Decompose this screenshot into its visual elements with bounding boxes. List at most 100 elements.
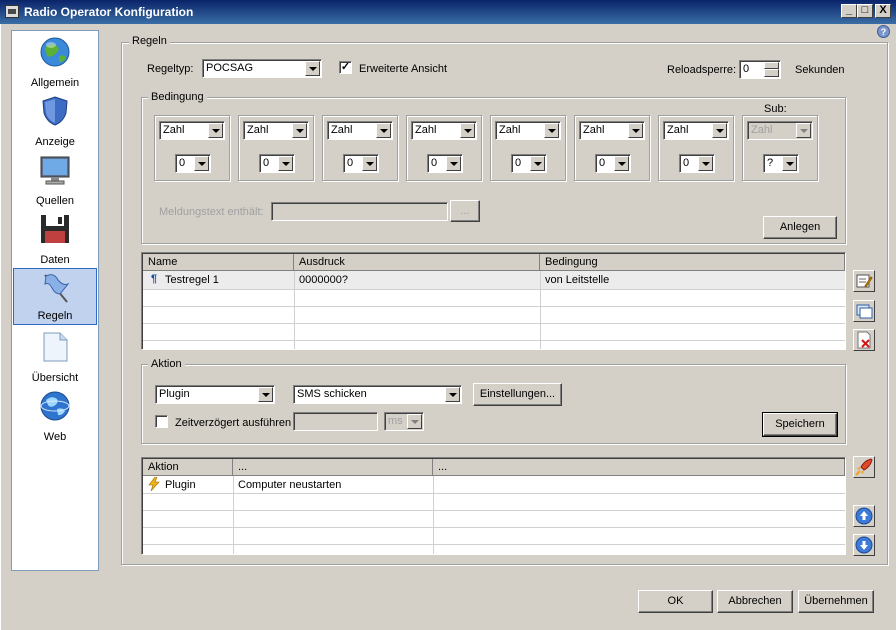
test-action-button[interactable] <box>853 456 875 478</box>
condition-type-select[interactable]: Zahl <box>579 121 645 140</box>
sidebar-item-label: Daten <box>40 254 70 266</box>
chevron-down-icon <box>628 123 643 138</box>
chevron-down-icon <box>305 61 320 76</box>
condition-value-select[interactable]: 0 <box>259 154 295 173</box>
actions-table[interactable]: Aktion ... ... Plugin Computer neustarte… <box>141 457 846 555</box>
condition-value-select[interactable]: 0 <box>175 154 211 173</box>
apply-button[interactable]: Übernehmen <box>798 590 874 613</box>
sidebar-item-label: Quellen <box>36 195 74 207</box>
bedingung-group-label: Bedingung <box>148 91 207 103</box>
chevron-down-icon <box>796 123 811 138</box>
title-bar: Radio Operator Konfiguration _ □ X <box>0 0 896 24</box>
meldungstext-browse-button[interactable]: ... <box>450 200 480 222</box>
copy-rule-button[interactable] <box>853 300 875 322</box>
chevron-down-icon <box>445 387 460 402</box>
condition-type-select[interactable]: Zahl <box>327 121 393 140</box>
condition-type-select[interactable]: Zahl <box>243 121 309 140</box>
help-icon[interactable]: ? <box>877 25 890 38</box>
meldungstext-input[interactable] <box>271 202 448 221</box>
maximize-button[interactable]: □ <box>857 4 873 18</box>
chevron-down-icon <box>278 156 293 171</box>
move-down-button[interactable] <box>853 534 875 556</box>
column-header-detail[interactable]: ... <box>233 459 433 476</box>
chevron-down-icon <box>446 156 461 171</box>
erweiterte-ansicht-label: Erweiterte Ansicht <box>359 63 448 75</box>
sidebar-item-quellen[interactable]: Quellen <box>13 151 97 209</box>
condition-type-select[interactable]: Zahl <box>747 121 813 140</box>
column-header-name[interactable]: Name <box>143 254 294 271</box>
sidebar-item-label: Allgemein <box>30 77 80 89</box>
table-row[interactable]: Plugin Computer neustarten <box>143 476 845 493</box>
anlegen-button[interactable]: Anlegen <box>763 216 837 239</box>
condition-type-select[interactable]: Zahl <box>663 121 729 140</box>
zeitverzoegert-label: Zeitverzögert ausführen <box>175 417 292 429</box>
sidebar-item-label: Übersicht <box>31 372 79 384</box>
ok-button[interactable]: OK <box>638 590 713 613</box>
sidebar-item-daten[interactable]: Daten <box>13 210 97 268</box>
spin-down-icon[interactable] <box>764 69 779 77</box>
condition-type-select[interactable]: Zahl <box>495 121 561 140</box>
copy-icon <box>856 304 873 319</box>
chevron-down-icon <box>698 156 713 171</box>
sidebar-item-web[interactable]: Web <box>13 387 97 445</box>
condition-value-select[interactable]: 0 <box>343 154 379 173</box>
chevron-down-icon <box>194 156 209 171</box>
condition-type-select[interactable]: Zahl <box>159 121 225 140</box>
einstellungen-button[interactable]: Einstellungen... <box>473 383 562 406</box>
regeltyp-select[interactable]: POCSAG <box>202 59 322 78</box>
chevron-down-icon <box>614 156 629 171</box>
chevron-down-icon <box>362 156 377 171</box>
reloadsperre-label: Reloadsperre: <box>667 64 737 76</box>
rule-icon: ¶ <box>151 273 158 285</box>
condition-value-select[interactable]: 0 <box>511 154 547 173</box>
delay-input[interactable] <box>293 412 378 431</box>
globe-icon <box>40 37 70 67</box>
rules-table[interactable]: Name Ausdruck Bedingung ¶ Testregel 1 00… <box>141 252 846 350</box>
document-icon <box>43 332 68 362</box>
condition-value-select[interactable]: 0 <box>427 154 463 173</box>
delay-unit-select[interactable]: ms <box>384 412 424 431</box>
sidebar-item-uebersicht[interactable]: Übersicht <box>13 328 97 386</box>
chevron-down-icon <box>258 387 273 402</box>
chevron-down-icon <box>376 123 391 138</box>
floppy-disk-icon <box>41 215 69 243</box>
zeitverzoegert-checkbox[interactable] <box>155 415 168 428</box>
chevron-down-icon <box>292 123 307 138</box>
edit-rule-button[interactable] <box>853 270 875 292</box>
move-up-button[interactable] <box>853 505 875 527</box>
chevron-down-icon <box>712 123 727 138</box>
sidebar-item-anzeige[interactable]: Anzeige <box>13 92 97 150</box>
cancel-button[interactable]: Abbrechen <box>717 590 793 613</box>
table-row[interactable]: ¶ Testregel 1 0000000? von Leitstelle <box>143 271 845 289</box>
column-header-extra[interactable]: ... <box>433 459 845 476</box>
speichern-button[interactable]: Speichern <box>762 412 838 437</box>
sidebar-item-label: Anzeige <box>35 136 75 148</box>
column-header-ausdruck[interactable]: Ausdruck <box>294 254 540 271</box>
sidebar-item-regeln[interactable]: Regeln <box>13 268 97 325</box>
condition-value-select[interactable]: ? <box>763 154 799 173</box>
column-header-aktion[interactable]: Aktion <box>143 459 233 476</box>
aktion-type-select[interactable]: Plugin <box>155 385 275 404</box>
sub-label: Sub: <box>764 103 787 115</box>
spin-up-icon[interactable] <box>764 62 779 69</box>
erweiterte-ansicht-checkbox[interactable]: ✓ <box>339 61 352 74</box>
close-button[interactable]: X <box>875 4 891 18</box>
aktion-group-label: Aktion <box>148 358 185 370</box>
meldungstext-label: Meldungstext enthält: <box>159 206 264 218</box>
delete-rule-button[interactable] <box>853 329 875 351</box>
delete-icon <box>857 331 871 349</box>
regeln-group-label: Regeln <box>129 35 170 47</box>
app-icon <box>5 5 19 18</box>
regeltyp-label: Regeltyp: <box>147 63 194 75</box>
sidebar-item-allgemein[interactable]: Allgemein <box>13 33 97 91</box>
condition-type-select[interactable]: Zahl <box>411 121 477 140</box>
reloadsperre-spinner[interactable]: 0 <box>739 60 781 79</box>
minimize-button[interactable]: _ <box>841 4 857 18</box>
sekunden-label: Sekunden <box>795 64 845 76</box>
edit-icon <box>856 274 873 288</box>
column-header-bedingung[interactable]: Bedingung <box>540 254 845 271</box>
aktion-action-select[interactable]: SMS schicken <box>293 385 462 404</box>
condition-value-select[interactable]: 0 <box>595 154 631 173</box>
condition-value-select[interactable]: 0 <box>679 154 715 173</box>
sidebar-item-label: Regeln <box>37 310 73 322</box>
